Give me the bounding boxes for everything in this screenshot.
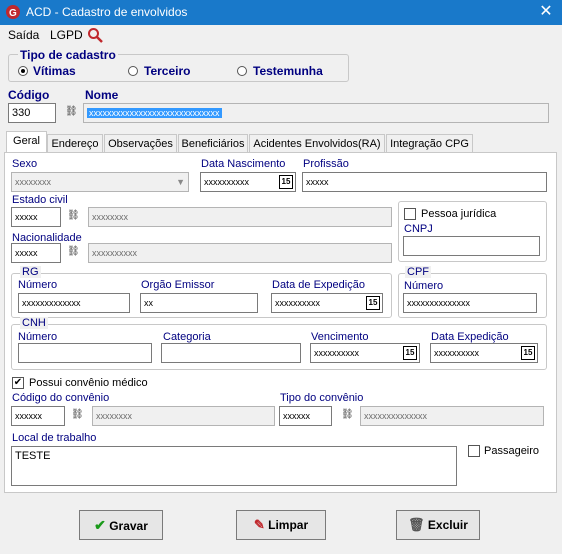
nacionalidade-desc-input[interactable]: xxxxxxxxxx (88, 243, 392, 263)
calendar-icon[interactable]: 15 (279, 175, 293, 189)
passageiro-checkbox[interactable] (468, 445, 480, 457)
gravar-button[interactable]: ✔ Gravar (79, 510, 163, 540)
tab-endereco[interactable]: Endereço (47, 134, 103, 153)
sexo-label: Sexo (12, 158, 38, 170)
cpf-numero-label: Número (404, 280, 444, 292)
rg-orgao-label: Orgão Emissor (141, 279, 215, 291)
tipo-convenio-desc-input[interactable]: xxxxxxxxxxxxxx (360, 406, 544, 426)
excluir-label: Excluir (427, 518, 468, 532)
cod-convenio-desc-input[interactable]: xxxxxxxx (92, 406, 275, 426)
cnh-categoria-input[interactable] (161, 343, 301, 363)
binoculars-icon[interactable]: ⛓ (341, 409, 354, 420)
calendar-icon[interactable]: 15 (521, 346, 535, 360)
rg-exp-label: Data de Expedição (272, 279, 365, 291)
convenio-checkbox[interactable]: ✔ (12, 377, 24, 389)
menu-saida[interactable]: Saída (8, 28, 39, 42)
trash-icon: 🗑 (408, 517, 425, 532)
nasc-label: Data Nascimento (201, 158, 286, 170)
cnh-venc-label: Vencimento (311, 331, 369, 343)
cnpj-input[interactable] (403, 236, 540, 256)
app-logo-icon: G (6, 5, 20, 19)
radio-terceiro[interactable] (128, 66, 138, 76)
estado-civil-code-input[interactable]: xxxxx (11, 207, 61, 227)
nacionalidade-code-input[interactable]: xxxxx (11, 243, 61, 263)
gravar-label: Gravar (109, 519, 148, 533)
sexo-select[interactable]: xxxxxxxx ▼ (11, 172, 189, 192)
tab-observacoes[interactable]: Observações (104, 134, 177, 153)
nasc-input[interactable]: xxxxxxxxxx 15 (200, 172, 296, 192)
rg-numero-input[interactable]: xxxxxxxxxxxxx (18, 293, 130, 313)
cnh-exp-label: Data Expedição (431, 331, 509, 343)
codigo-label: Código (8, 88, 50, 102)
binoculars-icon[interactable]: ⛓ (71, 409, 84, 420)
cod-convenio-label: Código do convênio (12, 392, 110, 404)
rg-exp-value: xxxxxxxxxx (275, 298, 320, 308)
local-label: Local de trabalho (12, 432, 97, 444)
calendar-icon[interactable]: 15 (403, 346, 417, 360)
pessoa-juridica-checkbox[interactable] (404, 208, 416, 220)
limpar-label: Limpar (268, 518, 309, 532)
radio-testemunha[interactable] (237, 66, 247, 76)
menu-lgpd[interactable]: LGPD (50, 28, 83, 42)
check-icon: ✔ (94, 517, 106, 533)
rg-orgao-input[interactable]: xx (140, 293, 258, 313)
cnh-numero-input[interactable] (18, 343, 152, 363)
tab-acidentes[interactable]: Acidentes Envolvidos(RA) (249, 134, 385, 153)
title-bar: G ACD - Cadastro de envolvidos ✕ (0, 0, 562, 25)
binoculars-icon[interactable]: ⛓ (67, 210, 80, 221)
rg-exp-input[interactable]: xxxxxxxxxx 15 (271, 293, 383, 313)
nome-input[interactable]: xxxxxxxxxxxxxxxxxxxxxxxxxxxxx (83, 103, 549, 123)
tab-geral[interactable]: Geral (6, 131, 47, 153)
broom-icon: ✎ (253, 517, 265, 532)
cnh-exp-input[interactable]: xxxxxxxxxx 15 (430, 343, 538, 363)
cnh-exp-value: xxxxxxxxxx (434, 348, 479, 358)
cnh-title: CNH (20, 317, 48, 329)
estado-civil-desc-input[interactable]: xxxxxxxx (88, 207, 392, 227)
cnh-categoria-label: Categoria (163, 331, 211, 343)
close-button[interactable]: ✕ (536, 3, 556, 21)
tipo-cadastro-title: Tipo de cadastro (18, 48, 118, 62)
calendar-icon[interactable]: 15 (366, 296, 380, 310)
tab-integracao[interactable]: Integração CPG (386, 134, 473, 153)
cnpj-label: CNPJ (404, 223, 433, 235)
codigo-input[interactable]: 330 (8, 103, 56, 123)
passageiro-label: Passageiro (484, 445, 540, 457)
chevron-down-icon: ▼ (176, 177, 185, 187)
profissao-input[interactable]: xxxxx (302, 172, 547, 192)
cnh-venc-input[interactable]: xxxxxxxxxx 15 (310, 343, 420, 363)
cod-convenio-input[interactable]: xxxxxx (11, 406, 65, 426)
excluir-button[interactable]: 🗑 Excluir (396, 510, 480, 540)
radio-testemunha-label: Testemunha (253, 64, 323, 78)
cnh-numero-label: Número (18, 331, 58, 343)
radio-vitimas[interactable] (18, 66, 28, 76)
sexo-value: xxxxxxxx (15, 177, 51, 187)
profissao-label: Profissão (303, 158, 349, 170)
svg-text:G: G (9, 8, 17, 19)
rg-numero-label: Número (18, 279, 58, 291)
convenio-label: Possui convênio médico (29, 377, 148, 389)
cnh-venc-value: xxxxxxxxxx (314, 348, 359, 358)
estado-civil-label: Estado civil (12, 194, 68, 206)
radio-terceiro-label: Terceiro (144, 64, 191, 78)
rg-title: RG (20, 266, 41, 278)
radio-vitimas-label: Vítimas (33, 64, 76, 78)
limpar-button[interactable]: ✎ Limpar (236, 510, 326, 540)
nasc-value: xxxxxxxxxx (204, 177, 249, 187)
binoculars-icon[interactable]: ⛓ (65, 106, 78, 117)
binoculars-icon[interactable]: ⛓ (67, 246, 80, 257)
pessoa-juridica-label: Pessoa jurídica (421, 208, 497, 220)
nome-selected-text: xxxxxxxxxxxxxxxxxxxxxxxxxxxxx (87, 108, 222, 118)
window-title: ACD - Cadastro de envolvidos (26, 5, 188, 19)
cpf-title: CPF (405, 266, 431, 278)
local-textarea[interactable]: TESTE (11, 446, 457, 486)
nome-label: Nome (85, 88, 119, 102)
search-icon[interactable] (87, 27, 103, 43)
tipo-convenio-label: Tipo do convênio (280, 392, 364, 404)
cpf-numero-input[interactable]: xxxxxxxxxxxxxx (403, 293, 537, 313)
tipo-convenio-input[interactable]: xxxxxx (279, 406, 332, 426)
tab-beneficiarios[interactable]: Beneficiários (178, 134, 248, 153)
